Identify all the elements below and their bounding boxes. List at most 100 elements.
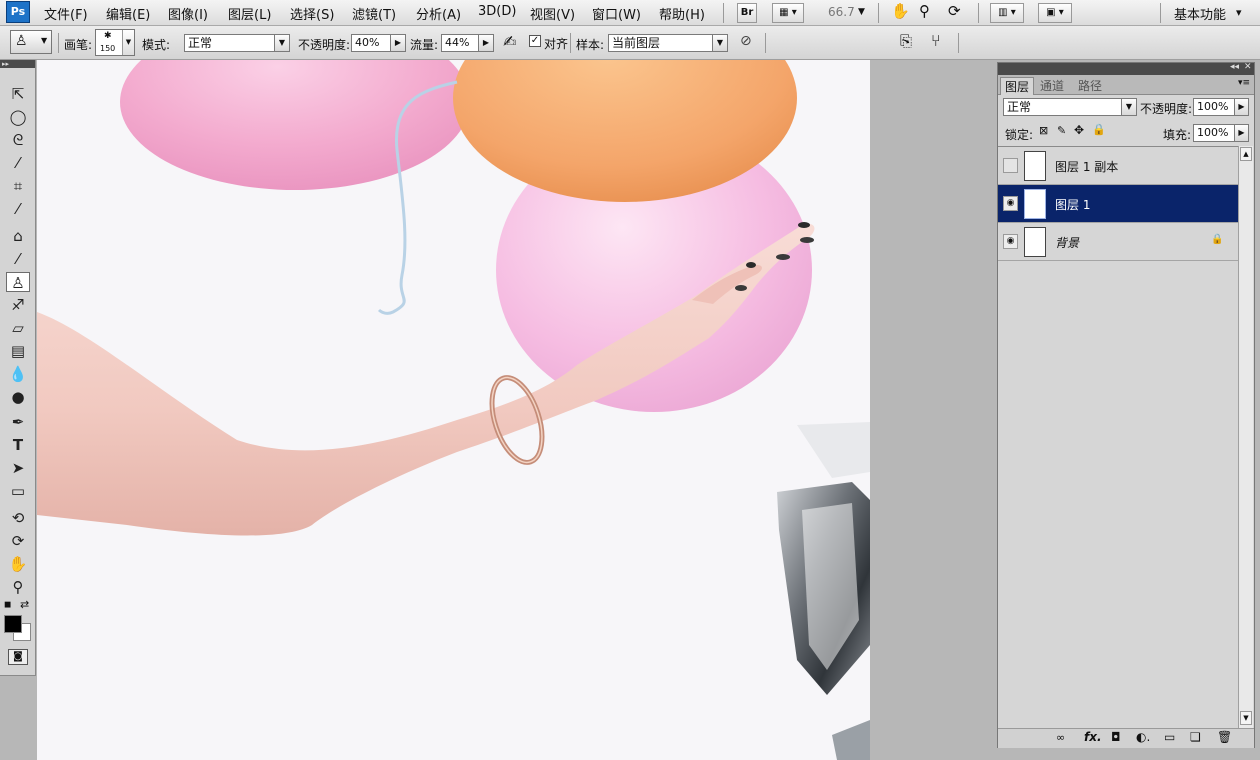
hand-icon[interactable]: ✋ bbox=[891, 2, 910, 20]
dodge-tool-icon[interactable]: ● bbox=[6, 387, 30, 407]
layer-opacity-input[interactable]: 100% bbox=[1193, 98, 1235, 116]
menu-view[interactable]: 视图(V) bbox=[530, 4, 575, 23]
brush-picker[interactable]: ✱ 150 ▼ bbox=[95, 29, 135, 56]
airbrush-icon[interactable]: ✍ bbox=[503, 32, 516, 51]
tab-paths[interactable]: 路径 bbox=[1074, 77, 1106, 95]
crop-tool-icon[interactable]: ⌗ bbox=[6, 176, 30, 196]
quick-select-tool-icon[interactable]: ⁄ bbox=[6, 153, 30, 173]
blur-tool-icon[interactable]: 💧 bbox=[6, 364, 30, 384]
eye-icon[interactable]: ◉ bbox=[1003, 196, 1018, 211]
link-layers-icon[interactable]: ∞ bbox=[1056, 731, 1065, 744]
healing-tool-icon[interactable]: ⌂ bbox=[6, 226, 30, 246]
path-select-tool-icon[interactable]: ➤ bbox=[6, 458, 30, 478]
arrange-documents-button[interactable]: ▥ ▾ bbox=[990, 3, 1024, 23]
move-tool-icon[interactable]: ⇱ bbox=[6, 84, 30, 104]
swap-colors-icon[interactable]: ⇄ bbox=[20, 598, 29, 611]
menu-window[interactable]: 窗口(W) bbox=[592, 4, 641, 23]
foreground-color-swatch[interactable] bbox=[4, 615, 22, 633]
eyedropper-tool-icon[interactable]: ⁄ bbox=[6, 199, 30, 219]
chevron-down-icon[interactable]: ▼ bbox=[712, 34, 728, 52]
clone-source-panel-icon[interactable]: ⎘ bbox=[900, 32, 912, 50]
view-extras-button[interactable]: ▦ ▾ bbox=[772, 3, 804, 23]
sample-select[interactable]: 当前图层 bbox=[608, 34, 728, 52]
layer-opacity-slider-toggle[interactable]: ▶ bbox=[1234, 98, 1249, 116]
lasso-tool-icon[interactable]: ᘓ bbox=[6, 130, 30, 150]
zoom-level[interactable]: 66.7 bbox=[828, 5, 855, 19]
visibility-toggle[interactable] bbox=[1003, 158, 1018, 173]
panel-menu-icon[interactable]: ▾≡ bbox=[1238, 78, 1250, 88]
3d-rotate-tool-icon[interactable]: ⟲ bbox=[6, 508, 30, 528]
rotate-view-icon[interactable]: ⟳ bbox=[948, 2, 961, 20]
opacity-input[interactable]: 40% bbox=[351, 34, 391, 52]
eraser-tool-icon[interactable]: ▱ bbox=[6, 318, 30, 338]
menu-layer[interactable]: 图层(L) bbox=[228, 4, 271, 23]
panel-titlebar[interactable]: ◂◂ ✕ bbox=[998, 62, 1254, 75]
scroll-down-icon[interactable]: ▼ bbox=[1240, 711, 1252, 725]
toolbox-grip[interactable]: ▸▸ bbox=[0, 60, 35, 68]
blend-mode-select[interactable]: 正常 bbox=[1003, 98, 1137, 116]
zoom-tool-icon[interactable]: ⚲ bbox=[6, 577, 30, 597]
workspace-chevron-icon[interactable]: ▾ bbox=[1236, 6, 1242, 19]
ignore-adjustment-layers-icon[interactable]: ⊘ bbox=[740, 33, 752, 49]
tab-layers[interactable]: 图层 bbox=[1000, 77, 1035, 95]
tab-channels[interactable]: 通道 bbox=[1036, 77, 1068, 95]
menu-analysis[interactable]: 分析(A) bbox=[416, 4, 461, 23]
adjustment-layer-icon[interactable]: ◐. bbox=[1136, 730, 1150, 744]
menu-edit[interactable]: 编辑(E) bbox=[106, 4, 150, 23]
chevron-down-icon[interactable]: ▼ bbox=[274, 34, 290, 52]
gradient-tool-icon[interactable]: ▤ bbox=[6, 341, 30, 361]
layer-row-selected[interactable]: ◉ 图层 1 bbox=[998, 185, 1238, 223]
flow-input[interactable]: 44% bbox=[441, 34, 479, 52]
new-layer-icon[interactable]: ❏ bbox=[1190, 730, 1201, 744]
aligned-checkbox[interactable]: ✓ bbox=[529, 35, 541, 47]
layers-scrollbar[interactable]: ▲ ▼ bbox=[1238, 146, 1253, 728]
workspace-switcher[interactable]: 基本功能 bbox=[1174, 4, 1226, 23]
lock-pixels-icon[interactable]: ✎ bbox=[1057, 124, 1066, 137]
default-colors-icon[interactable]: ◼ bbox=[4, 600, 11, 610]
chevron-down-icon[interactable]: ▼ bbox=[1121, 98, 1137, 116]
opacity-slider-toggle[interactable]: ▶ bbox=[390, 34, 406, 52]
fill-input[interactable]: 100% bbox=[1193, 124, 1235, 142]
document-canvas[interactable] bbox=[37, 60, 870, 760]
scroll-up-icon[interactable]: ▲ bbox=[1240, 147, 1252, 161]
quick-mask-button[interactable]: ◙ bbox=[8, 649, 28, 665]
collapse-panel-icon[interactable]: ◂◂ bbox=[1230, 62, 1239, 72]
type-tool-icon[interactable]: T bbox=[6, 435, 30, 455]
brush-panel-icon[interactable]: ⑂ bbox=[931, 31, 941, 50]
layer-thumbnail bbox=[1024, 151, 1046, 181]
menu-select[interactable]: 选择(S) bbox=[290, 4, 334, 23]
clone-stamp-tool-icon[interactable]: ♙ bbox=[6, 272, 30, 292]
lock-all-icon[interactable]: 🔒 bbox=[1092, 123, 1106, 136]
delete-layer-icon[interactable]: 🗑 bbox=[1217, 730, 1232, 744]
shape-tool-icon[interactable]: ▭ bbox=[6, 481, 30, 501]
layer-row[interactable]: ◉ 背景 🔒 bbox=[998, 223, 1238, 261]
add-mask-icon[interactable]: ◘ bbox=[1111, 730, 1121, 744]
lock-position-icon[interactable]: ✥ bbox=[1074, 123, 1084, 137]
marquee-tool-icon[interactable]: ◯ bbox=[6, 107, 30, 127]
brush-label: 画笔: bbox=[64, 38, 93, 52]
menu-image[interactable]: 图像(I) bbox=[168, 4, 208, 23]
zoom-icon[interactable]: ⚲ bbox=[919, 2, 930, 20]
close-icon[interactable]: ✕ bbox=[1244, 62, 1252, 72]
tool-preset-picker[interactable]: ♙ ▼ bbox=[10, 30, 52, 54]
chevron-down-icon[interactable]: ▼ bbox=[858, 7, 865, 17]
new-group-icon[interactable]: ▭ bbox=[1164, 730, 1175, 744]
history-brush-tool-icon[interactable]: ♐ bbox=[6, 295, 30, 315]
bridge-button[interactable]: Br bbox=[737, 3, 757, 23]
hand-tool-icon[interactable]: ✋ bbox=[6, 554, 30, 574]
pen-tool-icon[interactable]: ✒ bbox=[6, 412, 30, 432]
options-bar: ♙ ▼ 画笔: ✱ 150 ▼ 模式: 正常 ▼ 不透明度: 40% ▶ 流量:… bbox=[0, 26, 1260, 60]
menu-filter[interactable]: 滤镜(T) bbox=[352, 4, 396, 23]
flow-slider-toggle[interactable]: ▶ bbox=[478, 34, 494, 52]
menu-file[interactable]: 文件(F) bbox=[44, 4, 88, 23]
menu-3d[interactable]: 3D(D) bbox=[478, 4, 516, 19]
brush-tool-icon[interactable]: ⁄ bbox=[6, 249, 30, 269]
fill-slider-toggle[interactable]: ▶ bbox=[1234, 124, 1249, 142]
3d-orbit-tool-icon[interactable]: ⟳ bbox=[6, 531, 30, 551]
layer-style-icon[interactable]: fx. bbox=[1084, 730, 1102, 744]
layer-row[interactable]: 图层 1 副本 bbox=[998, 147, 1238, 185]
lock-transparency-icon[interactable]: ⊠ bbox=[1039, 124, 1048, 137]
eye-icon[interactable]: ◉ bbox=[1003, 234, 1018, 249]
menu-help[interactable]: 帮助(H) bbox=[659, 4, 705, 23]
screen-mode-button[interactable]: ▣ ▾ bbox=[1038, 3, 1072, 23]
